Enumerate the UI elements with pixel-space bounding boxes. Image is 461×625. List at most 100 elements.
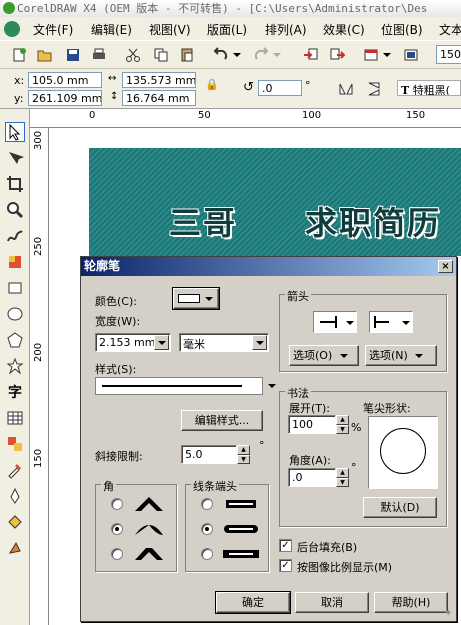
miter-limit-field[interactable]: 5.0 [181, 445, 237, 464]
resume-banner[interactable]: 三哥 求职简历 [89, 148, 461, 256]
paste-icon[interactable] [178, 46, 196, 64]
start-arrow-select[interactable] [313, 311, 357, 333]
nib-angle-field[interactable]: .0 [288, 468, 336, 487]
copy-icon[interactable] [152, 46, 170, 64]
interactive-fill-tool-icon[interactable] [5, 538, 25, 558]
help-button[interactable]: 帮助(H) [374, 592, 448, 613]
ok-button[interactable]: 确定 [215, 591, 291, 614]
banner-name-text[interactable]: 三哥 [169, 198, 237, 244]
zoom-tool-icon[interactable] [5, 200, 25, 220]
menu-effects[interactable]: 效果(C) [323, 21, 365, 38]
table-tool-icon[interactable] [5, 408, 25, 428]
corner-round-radio[interactable] [111, 523, 123, 535]
welcome-screen-icon[interactable] [402, 46, 420, 64]
nib-angle-spinner[interactable]: ▲ ▼ [336, 468, 349, 487]
close-icon[interactable]: × [438, 260, 453, 273]
interactive-blend-tool-icon[interactable] [5, 434, 25, 454]
smart-fill-tool-icon[interactable] [5, 252, 25, 272]
text-tool-icon[interactable]: 字 [5, 382, 25, 402]
rectangle-tool-icon[interactable] [5, 278, 25, 298]
zoom-level-field[interactable]: 150° [436, 45, 461, 64]
eyedropper-tool-icon[interactable] [5, 460, 25, 480]
basic-shapes-tool-icon[interactable] [5, 356, 25, 376]
stretch-spinner[interactable]: ▲ ▼ [336, 415, 349, 434]
default-button[interactable]: 默认(D) [363, 497, 437, 518]
crop-tool-icon[interactable] [5, 174, 25, 194]
export-icon[interactable] [328, 46, 346, 64]
object-width-field[interactable]: 135.573 mm [122, 72, 196, 88]
watermark-mark: ✦ [444, 608, 453, 619]
cut-icon[interactable] [124, 46, 142, 64]
document-icon[interactable] [4, 21, 20, 37]
color-picker-button[interactable] [172, 287, 220, 310]
ellipse-tool-icon[interactable] [5, 304, 25, 324]
corner-bevel-radio[interactable] [111, 548, 123, 560]
width-value: 2.153 mm [99, 336, 156, 349]
mirror-horizontal-icon[interactable] [337, 80, 355, 98]
vertical-ruler[interactable]: 300 250 200 150 [30, 128, 49, 625]
shape-tool-icon[interactable] [5, 148, 25, 168]
fill-tool-icon[interactable] [5, 512, 25, 532]
import-icon[interactable] [302, 46, 320, 64]
open-icon[interactable] [36, 46, 54, 64]
pick-tool-icon[interactable] [5, 122, 25, 142]
miter-unit: ° [259, 439, 265, 452]
chevron-down-icon [205, 297, 213, 301]
outline-pen-tool-icon[interactable] [5, 486, 25, 506]
chevron-down-icon[interactable] [252, 335, 267, 350]
horizontal-ruler[interactable]: 0 50 100 150 [30, 109, 461, 128]
stretch-field[interactable]: 100 [288, 415, 336, 434]
cap-square-radio[interactable] [201, 548, 213, 560]
line-style-select[interactable] [95, 377, 276, 395]
menu-text[interactable]: 文本 [439, 21, 461, 38]
scale-with-image-label: 按图像比例显示(M) [297, 561, 393, 574]
options-label-1: 选项(O) [293, 349, 333, 362]
nib-shape-preview[interactable] [368, 416, 438, 489]
redo-dropdown-icon[interactable] [268, 46, 286, 64]
x-position-field[interactable]: 105.0 mm [28, 72, 102, 88]
menu-bar: 文件(F) 编辑(E) 视图(V) 版面(L) 排列(A) 效果(C) 位图(B… [0, 17, 461, 41]
cap-round-radio[interactable] [201, 523, 213, 535]
print-icon[interactable] [90, 46, 108, 64]
banner-title-text[interactable]: 求职简历 [305, 198, 441, 244]
menu-file[interactable]: 文件(F) [33, 21, 73, 38]
menu-bitmaps[interactable]: 位图(B) [381, 21, 423, 38]
ruler-h-label-0: 0 [89, 110, 96, 121]
edit-style-button[interactable]: 编辑样式... [181, 410, 263, 431]
end-arrow-options-button[interactable]: 选项(N) [365, 345, 437, 366]
undo-dropdown-icon[interactable] [228, 46, 246, 64]
cap-butt-radio[interactable] [201, 498, 213, 510]
menu-arrange[interactable]: 排列(A) [265, 21, 307, 38]
chevron-down-icon[interactable] [268, 384, 276, 388]
mirror-vertical-icon[interactable] [365, 80, 383, 98]
rotation-angle-field[interactable]: .0 [258, 80, 302, 96]
polygon-tool-icon[interactable] [5, 330, 25, 350]
end-arrow-select[interactable] [369, 311, 413, 333]
launcher-dropdown-icon[interactable] [378, 46, 396, 64]
miter-limit-spinner[interactable]: ▲ ▼ [237, 445, 250, 464]
menu-edit[interactable]: 编辑(E) [91, 21, 132, 38]
corner-miter-radio[interactable] [111, 498, 123, 510]
font-list-field[interactable]: T 特粗黑( [397, 80, 461, 96]
new-document-icon[interactable] [10, 46, 28, 64]
lock-ratio-icon[interactable]: 🔒 [205, 78, 219, 91]
chevron-down-icon[interactable] [154, 335, 169, 350]
behind-fill-checkbox[interactable]: ✓ [279, 539, 292, 552]
chevron-down-icon [346, 321, 354, 325]
menu-view[interactable]: 视图(V) [149, 21, 191, 38]
object-height-field[interactable]: 16.764 mm [122, 90, 196, 106]
width-select[interactable]: 2.153 mm [95, 333, 171, 352]
scale-with-image-checkbox[interactable]: ✓ [279, 559, 292, 572]
rotation-unit: ° [305, 79, 311, 92]
freehand-tool-icon[interactable] [5, 226, 25, 246]
cancel-button[interactable]: 取消 [295, 592, 369, 613]
unit-select[interactable]: 毫米 [179, 333, 269, 352]
menu-layout[interactable]: 版面(L) [207, 21, 247, 38]
square-cap-icon [223, 550, 259, 558]
text-tool-icon: T [401, 84, 410, 96]
y-position-field[interactable]: 261.109 mm [28, 90, 102, 106]
save-icon[interactable] [64, 46, 82, 64]
line-style-preview [102, 385, 242, 387]
round-corner-icon [135, 525, 163, 535]
start-arrow-options-button[interactable]: 选项(O) [289, 345, 359, 366]
